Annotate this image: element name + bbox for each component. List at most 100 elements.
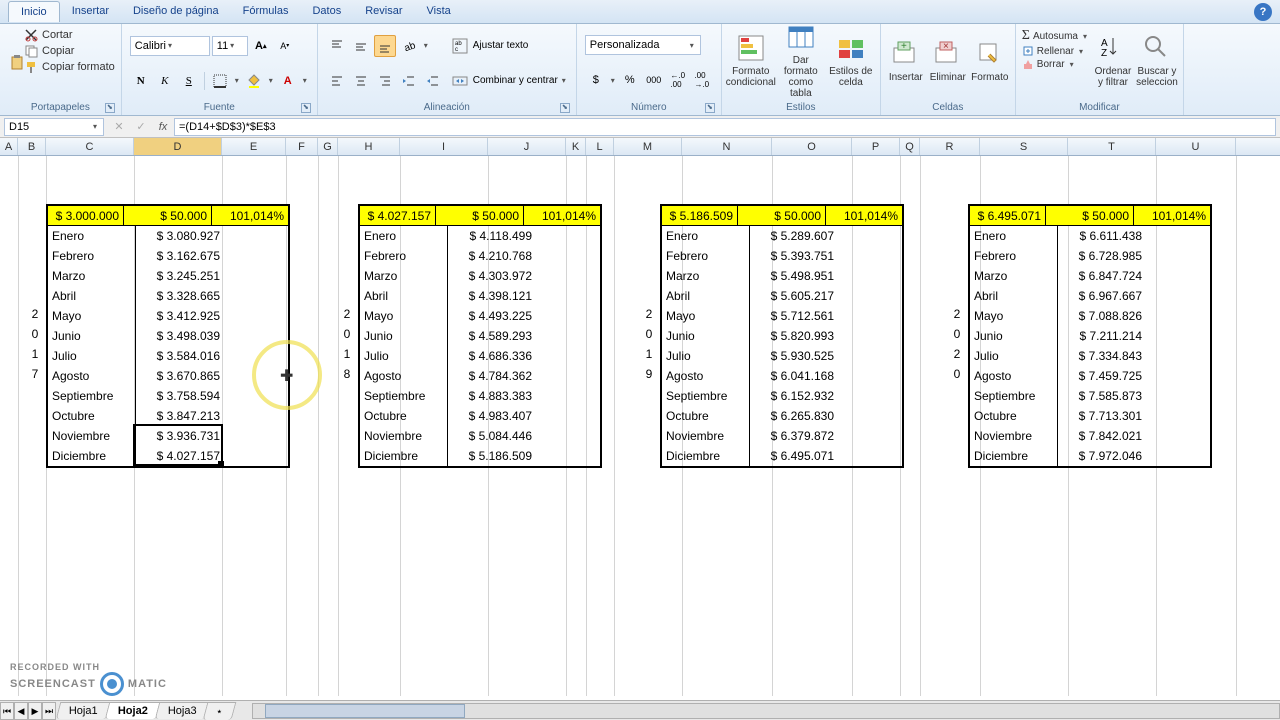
table-row[interactable]: Noviembre$ 3.936.731 [48, 426, 288, 446]
table-row[interactable]: Diciembre$ 6.495.071 [662, 446, 902, 466]
table-row[interactable]: Octubre$ 3.847.213 [48, 406, 288, 426]
table-row[interactable]: Octubre$ 6.265.830 [662, 406, 902, 426]
inc-decimal-icon[interactable]: ←.0.00 [667, 69, 689, 91]
percent-icon[interactable]: % [619, 69, 641, 91]
launcher-icon[interactable]: ⬊ [105, 103, 115, 113]
fx-icon[interactable]: fx [152, 121, 174, 133]
table-row[interactable]: Marzo$ 3.245.251 [48, 266, 288, 286]
column-header[interactable]: A [0, 138, 18, 155]
sort-filter-button[interactable]: AZOrdenar y filtrar [1091, 26, 1135, 94]
column-header[interactable]: U [1156, 138, 1236, 155]
enter-icon[interactable]: ✓ [130, 116, 152, 138]
italic-icon[interactable]: K [154, 70, 176, 92]
column-header[interactable]: L [586, 138, 614, 155]
format-button[interactable]: Formato [969, 26, 1011, 94]
table-row[interactable]: Agosto$ 6.041.168 [662, 366, 902, 386]
indent-inc-icon[interactable] [422, 70, 444, 92]
align-top-icon[interactable] [326, 35, 348, 57]
column-header[interactable]: I [400, 138, 488, 155]
column-header[interactable]: M [614, 138, 682, 155]
sheet-nav-first[interactable]: ⏮ [0, 702, 14, 720]
launcher-icon[interactable]: ⬊ [560, 103, 570, 113]
ribbon-tab-insertar[interactable]: Insertar [60, 1, 121, 22]
autosum-button[interactable]: ΣAutosuma▾ [1022, 28, 1089, 44]
table-row[interactable]: Noviembre$ 5.084.446 [360, 426, 600, 446]
table-row[interactable]: Abril$ 6.967.667 [970, 286, 1210, 306]
table-row[interactable]: Junio$ 7.211.214 [970, 326, 1210, 346]
table-row[interactable]: Julio$ 3.584.016 [48, 346, 288, 366]
column-header[interactable]: D [134, 138, 222, 155]
table-row[interactable]: Diciembre$ 5.186.509 [360, 446, 600, 466]
border-icon[interactable] [209, 70, 231, 92]
table-row[interactable]: Septiembre$ 4.883.383 [360, 386, 600, 406]
new-sheet-button[interactable]: ⋆ [203, 702, 237, 720]
merge-center-button[interactable]: Combinar y centrar▾ [452, 73, 568, 89]
clear-button[interactable]: Borrar▾ [1022, 58, 1089, 70]
column-header[interactable]: N [682, 138, 772, 155]
sheet-tab[interactable]: Hoja1 [56, 702, 111, 719]
fill-color-icon[interactable] [243, 70, 265, 92]
table-row[interactable]: Marzo$ 4.303.972 [360, 266, 600, 286]
font-size-select[interactable]: 11▾ [212, 36, 248, 56]
table-row[interactable]: Octubre$ 4.983.407 [360, 406, 600, 426]
align-left-icon[interactable] [326, 70, 348, 92]
table-row[interactable]: Diciembre$ 7.972.046 [970, 446, 1210, 466]
column-header[interactable]: H [338, 138, 400, 155]
column-header[interactable]: F [286, 138, 318, 155]
ribbon-tab-inicio[interactable]: Inicio [8, 1, 60, 22]
cut-button[interactable]: Cortar [24, 28, 115, 42]
find-select-button[interactable]: Buscar y seleccion [1135, 26, 1179, 94]
ribbon-tab-datos[interactable]: Datos [300, 1, 353, 22]
grow-font-icon[interactable]: A▴ [250, 35, 272, 57]
insert-button[interactable]: +Insertar [885, 26, 927, 94]
sheet-nav-prev[interactable]: ◀ [14, 702, 28, 720]
table-row[interactable]: Febrero$ 3.162.675 [48, 246, 288, 266]
table-row[interactable]: Junio$ 5.820.993 [662, 326, 902, 346]
help-icon[interactable]: ? [1254, 3, 1272, 21]
table-row[interactable]: Agosto$ 4.784.362 [360, 366, 600, 386]
name-box[interactable]: D15▾ [4, 118, 104, 136]
font-color-icon[interactable]: A [277, 70, 299, 92]
column-header[interactable]: G [318, 138, 338, 155]
column-header[interactable]: R [920, 138, 980, 155]
table-row[interactable]: Julio$ 4.686.336 [360, 346, 600, 366]
table-row[interactable]: Noviembre$ 6.379.872 [662, 426, 902, 446]
column-header[interactable]: Q [900, 138, 920, 155]
table-row[interactable]: Julio$ 5.930.525 [662, 346, 902, 366]
ribbon-tab-vista[interactable]: Vista [415, 1, 463, 22]
format-painter-button[interactable]: Copiar formato [24, 60, 115, 74]
launcher-icon[interactable]: ⬊ [705, 103, 715, 113]
table-row[interactable]: Agosto$ 7.459.725 [970, 366, 1210, 386]
grid[interactable]: 2017$ 3.000.000$ 50.000101,014%Enero$ 3.… [0, 156, 1280, 696]
column-header[interactable]: T [1068, 138, 1156, 155]
table-row[interactable]: Junio$ 3.498.039 [48, 326, 288, 346]
sheet-nav-last[interactable]: ⏭ [42, 702, 56, 720]
sheet-nav-next[interactable]: ▶ [28, 702, 42, 720]
indent-dec-icon[interactable] [398, 70, 420, 92]
cell-styles-button[interactable]: Estilos de celda [826, 26, 876, 94]
table-row[interactable]: Septiembre$ 7.585.873 [970, 386, 1210, 406]
table-row[interactable]: Febrero$ 5.393.751 [662, 246, 902, 266]
table-row[interactable]: Septiembre$ 3.758.594 [48, 386, 288, 406]
shrink-font-icon[interactable]: A▾ [274, 35, 296, 57]
column-header[interactable]: J [488, 138, 566, 155]
table-row[interactable]: Octubre$ 7.713.301 [970, 406, 1210, 426]
number-format-select[interactable]: Personalizada▾ [585, 35, 701, 55]
table-row[interactable]: Febrero$ 4.210.768 [360, 246, 600, 266]
wrap-text-button[interactable]: abcAjustar texto [452, 38, 568, 54]
column-header[interactable]: E [222, 138, 286, 155]
delete-button[interactable]: ×Eliminar [927, 26, 969, 94]
table-row[interactable]: Diciembre$ 4.027.157 [48, 446, 288, 466]
table-row[interactable]: Marzo$ 6.847.724 [970, 266, 1210, 286]
formula-input[interactable]: =(D14+$D$3)*$E$3 [174, 118, 1276, 136]
table-row[interactable]: Septiembre$ 6.152.932 [662, 386, 902, 406]
table-row[interactable]: Abril$ 4.398.121 [360, 286, 600, 306]
format-table-button[interactable]: Dar formato como tabla [776, 26, 826, 94]
align-center-icon[interactable] [350, 70, 372, 92]
horizontal-scrollbar[interactable] [252, 703, 1280, 719]
orientation-icon[interactable]: ab [398, 35, 420, 57]
ribbon-tab-revisar[interactable]: Revisar [353, 1, 414, 22]
currency-icon[interactable]: $ [585, 69, 607, 91]
align-bottom-icon[interactable] [374, 35, 396, 57]
align-right-icon[interactable] [374, 70, 396, 92]
